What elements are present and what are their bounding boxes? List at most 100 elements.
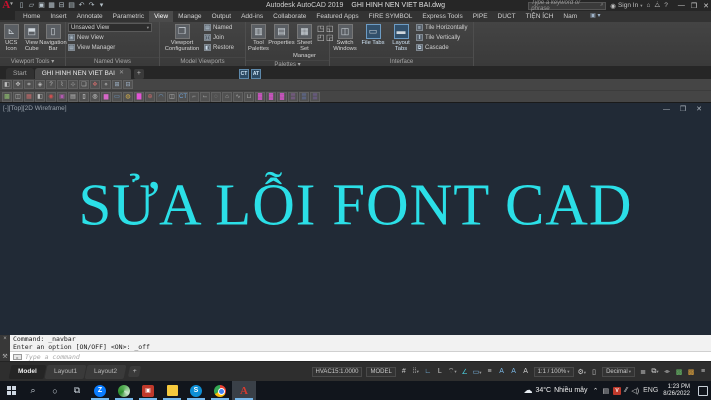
palette-mini-icon-1[interactable]: ◳ xyxy=(317,24,325,32)
toolbar1-icon-5[interactable]: ? xyxy=(46,80,56,89)
annotation-scale-button[interactable]: 1:1 / 100%▾ xyxy=(534,367,574,377)
toolbar2-icon-7[interactable]: ▤ xyxy=(68,92,78,102)
taskbar-app-zalo[interactable]: Z xyxy=(88,381,112,400)
tile-horizontally-button[interactable]: ≡Tile Horizontally xyxy=(416,23,467,32)
toolbar2-icon-15[interactable]: ◠ xyxy=(156,92,166,102)
toolbar2-icon-4[interactable]: ◧ xyxy=(35,92,45,102)
toolbar1-icon-10[interactable]: ⋄ xyxy=(101,80,111,89)
layout-tabs-button[interactable]: ▬Layout Tabs xyxy=(388,23,414,53)
workspace-gear-icon[interactable]: ⚙▾ xyxy=(578,368,587,376)
polar-tracking-icon[interactable]: ⌔▾ xyxy=(448,367,457,376)
ribbon-display-toggle-icon[interactable]: ▣ ▾ xyxy=(590,11,600,22)
grid-icon[interactable]: # xyxy=(400,368,408,375)
layout-tab-layout1[interactable]: Layout1 xyxy=(44,365,86,379)
osnap-icon[interactable]: ▭▾ xyxy=(473,368,482,376)
tray-volume-icon[interactable]: ◁) xyxy=(631,387,639,395)
print-icon[interactable]: ▤ xyxy=(67,1,76,10)
cortana-button[interactable]: ○ xyxy=(44,381,66,400)
ribbon-tab-express-tools[interactable]: Express Tools xyxy=(417,11,467,22)
layout-tab-model[interactable]: Model xyxy=(9,365,47,379)
save-icon[interactable]: ▣ xyxy=(37,1,46,10)
toolbar2-icon-6[interactable]: ▣ xyxy=(57,92,67,102)
cascade-button[interactable]: ⧉Cascade xyxy=(416,43,467,52)
taskbar-app-sticky-notes[interactable] xyxy=(160,381,184,400)
toolbar2-icon-23[interactable]: ⊔ xyxy=(244,92,254,102)
ribbon-tab-pipe[interactable]: PIPE xyxy=(468,11,493,22)
toolbar2-icon-10[interactable]: ▆ xyxy=(101,92,111,102)
close-command-icon[interactable]: × xyxy=(3,336,7,342)
ribbon-tab-output[interactable]: Output xyxy=(207,11,237,22)
layout-tab-layout2[interactable]: Layout2 xyxy=(84,365,126,379)
ribbon-tab-duct[interactable]: DUCT xyxy=(493,11,521,22)
view-dropdown[interactable]: Unsaved View ▾ xyxy=(68,23,152,32)
infer-constraints-icon[interactable]: ∟ xyxy=(424,368,432,375)
addon-icon-ct[interactable]: CT xyxy=(239,69,249,79)
ribbon-tab-parametric[interactable]: Parametric xyxy=(108,11,149,22)
tray-chevron-icon[interactable]: ⌃ xyxy=(593,387,599,395)
toolbar2-icon-13[interactable]: ▇ xyxy=(134,92,144,102)
toolbar2-icon-1[interactable]: ▩ xyxy=(2,92,12,102)
customize-command-icon[interactable]: ⚒ xyxy=(2,353,7,360)
toolbar2-icon-11[interactable]: ▭ xyxy=(112,92,122,102)
new-view-button[interactable]: ⊞New View xyxy=(68,33,157,42)
save-as-icon[interactable]: ▦ xyxy=(47,1,56,10)
toolbar2-icon-12[interactable]: ◍ xyxy=(123,92,133,102)
toolbar2-icon-21[interactable]: ⌂ xyxy=(222,92,232,102)
panel-label-viewport-tools[interactable]: Viewport Tools ▾ xyxy=(0,57,65,66)
toolbar1-icon-2[interactable]: ✥ xyxy=(13,80,23,89)
ribbon-tab-manage[interactable]: Manage xyxy=(173,11,207,22)
navigation-bar-button[interactable]: ▯Navigation Bar xyxy=(43,23,63,53)
customization-menu-icon[interactable]: ≡ xyxy=(699,368,707,375)
ribbon-tab-fire-symbol[interactable]: FIRE SYMBOL xyxy=(364,11,418,22)
ribbon-tab-ti-n-ch[interactable]: TIỆN ÍCH xyxy=(521,11,559,22)
plot-icon[interactable]: ⊟ xyxy=(57,1,66,10)
toolbar2-icon-25[interactable]: ▓ xyxy=(266,92,276,102)
command-input[interactable]: ▸ Type a command xyxy=(10,352,711,361)
toolbar2-icon-18[interactable]: ⌐ xyxy=(189,92,199,102)
toolbar2-icon-16[interactable]: ◫ xyxy=(167,92,177,102)
tray-folder-icon[interactable]: ▤ xyxy=(602,387,609,395)
ribbon-tab-annotate[interactable]: Annotate xyxy=(72,11,108,22)
hardware-accel-icon[interactable]: ▩ xyxy=(675,368,683,376)
close-button[interactable]: ✕ xyxy=(703,2,709,10)
new-layout-button[interactable]: + xyxy=(128,366,141,377)
search-icon[interactable]: ⌕ xyxy=(600,2,603,9)
autocad-app-menu-button[interactable]: A▾ xyxy=(0,0,15,20)
annotation-monitor-icon[interactable]: ▯ xyxy=(590,368,598,376)
toolbar1-icon-7[interactable]: ⊹ xyxy=(68,80,78,89)
object-isolate-icon[interactable]: ⧉▾ xyxy=(651,368,659,376)
performance-icon[interactable]: ▩ xyxy=(687,368,695,376)
taskbar-search-button[interactable]: ⌕ xyxy=(22,381,44,400)
language-indicator[interactable]: ENG xyxy=(643,387,658,394)
join-button[interactable]: ◫Join xyxy=(204,33,234,42)
sheet-set-manager-button[interactable]: ▦Sheet Set Manager xyxy=(294,23,315,59)
toolbar1-icon-12[interactable]: ⊟ xyxy=(123,80,133,89)
quick-properties-icon[interactable]: ≣ xyxy=(639,368,647,376)
help-icon[interactable]: ? xyxy=(664,2,668,9)
ribbon-tab-view[interactable]: View xyxy=(149,11,173,22)
toolbar2-icon-28[interactable]: ▒ xyxy=(299,92,309,102)
app-store-icon[interactable]: ⌂ xyxy=(646,2,650,9)
taskbar-app-chrome[interactable] xyxy=(208,381,232,400)
minimize-button[interactable]: — xyxy=(678,2,685,10)
close-tab-icon[interactable]: ✕ xyxy=(119,68,124,79)
palette-mini-icon-3[interactable]: ◰ xyxy=(317,33,325,41)
toolbar2-icon-5[interactable]: ◉ xyxy=(46,92,56,102)
tray-antivirus-icon[interactable]: V xyxy=(613,387,621,395)
toolbar2-icon-2[interactable]: ◫ xyxy=(13,92,23,102)
undo-icon[interactable]: ↶ xyxy=(77,1,86,10)
toolbar2-icon-24[interactable]: ▓ xyxy=(255,92,265,102)
redo-icon[interactable]: ↷ xyxy=(87,1,96,10)
toolbar1-icon-1[interactable]: ◧ xyxy=(2,80,12,89)
panel-label-named-views[interactable]: Named Views xyxy=(66,57,159,66)
toolbar1-icon-8[interactable]: ❏ xyxy=(79,80,89,89)
ribbon-tab-collaborate[interactable]: Collaborate xyxy=(268,11,311,22)
tool-palettes-button[interactable]: ▥Tool Palettes xyxy=(248,23,269,53)
viewport-controls-label[interactable]: [-][Top][2D Wireframe] xyxy=(3,105,67,112)
model-space-button[interactable]: MODEL xyxy=(366,367,395,377)
toolbar2-icon-29[interactable]: ▒ xyxy=(310,92,320,102)
toolbar2-icon-14[interactable]: ⊕ xyxy=(145,92,155,102)
viewport-scale-button[interactable]: HVAC15:1.0000 xyxy=(312,367,363,377)
named-button[interactable]: ▤Named xyxy=(204,23,234,32)
taskbar-app-autocad[interactable]: A xyxy=(232,381,256,400)
